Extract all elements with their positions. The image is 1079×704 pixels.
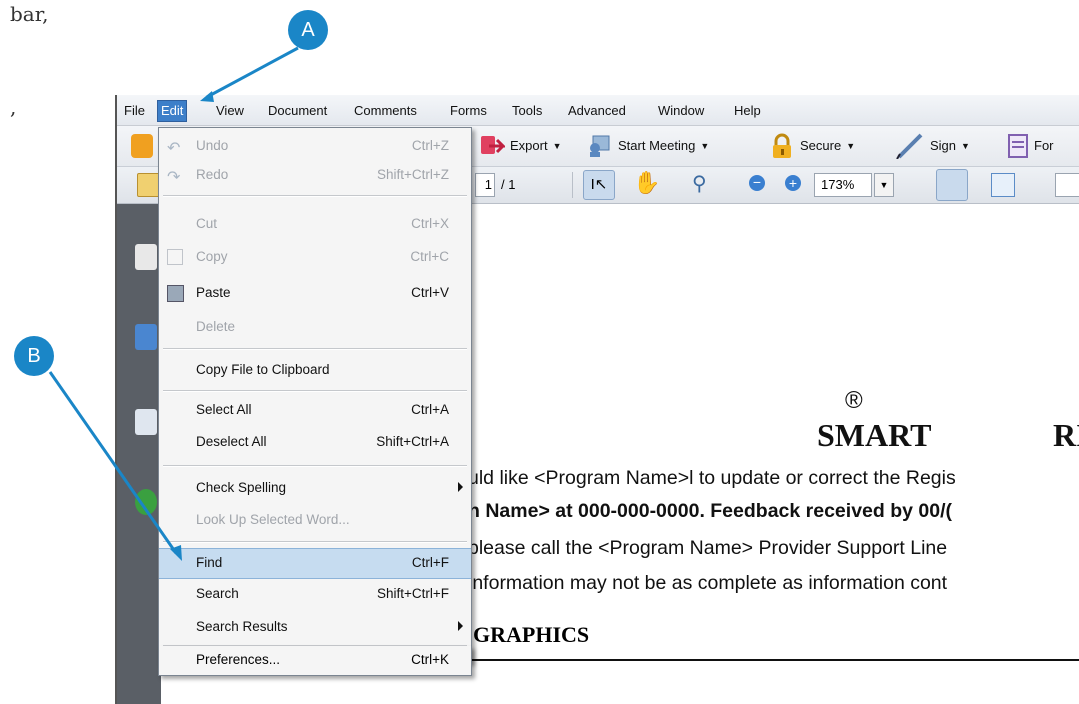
menu-separator [163, 465, 467, 467]
section-heading: GRAPHICS [473, 622, 590, 647]
menu-item-find[interactable]: Find Ctrl+F [159, 548, 471, 579]
menu-file[interactable]: File [121, 101, 148, 121]
menu-item-paste[interactable]: Paste Ctrl+V [159, 279, 471, 308]
zoom-level-field[interactable]: 173% [814, 173, 872, 197]
start-meeting-label: Start Meeting [618, 138, 696, 153]
document-line: information may not be as complete as in… [468, 572, 948, 594]
export-button[interactable]: Export ▼ [479, 133, 562, 159]
toolbar-separator [572, 172, 573, 198]
document-title: SMART [817, 417, 932, 453]
export-label: Export [510, 138, 548, 153]
prose-fragment-mid: , [10, 95, 17, 119]
menu-item-copy[interactable]: Copy Ctrl+C [159, 243, 471, 272]
menu-item-select-all[interactable]: Select All Ctrl+A [159, 396, 471, 425]
pen-icon [896, 133, 923, 159]
select-tool-icon[interactable]: I↖ [583, 170, 615, 200]
menu-advanced[interactable]: Advanced [565, 101, 629, 121]
document-line-bold: n Name> at 000-000-0000. Feedback receiv… [468, 500, 952, 522]
signatures-icon[interactable] [135, 409, 157, 435]
callout-b: B [14, 336, 54, 376]
zoom-out-icon[interactable]: − [749, 175, 765, 191]
undo-icon: ↶ [167, 140, 181, 157]
registered-mark: ® [845, 387, 863, 414]
menu-item-look-up-word[interactable]: Look Up Selected Word... [159, 506, 471, 535]
menu-separator [163, 195, 467, 197]
prose-fragment-top: bar, [10, 2, 49, 26]
menu-separator [163, 541, 467, 543]
forms-label: For [1034, 138, 1054, 153]
meeting-icon [590, 135, 610, 157]
export-icon [481, 136, 505, 154]
lock-icon [773, 133, 791, 158]
chevron-down-icon[interactable]: ▼ [874, 173, 894, 197]
edit-menu-dropdown: ↶ Undo Ctrl+Z ↷ Redo Shift+Ctrl+Z Cut Ct… [158, 127, 472, 663]
menu-separator [163, 348, 467, 350]
menu-comments[interactable]: Comments [351, 101, 420, 121]
document-line: uld like <Program Name>l to update or co… [468, 467, 956, 489]
menu-item-undo[interactable]: ↶ Undo Ctrl+Z [159, 132, 471, 161]
menu-view[interactable]: View [213, 101, 247, 121]
page-number-input[interactable]: 1 [475, 173, 495, 197]
form-icon [1008, 134, 1028, 158]
forms-toolbar-button[interactable]: For [1007, 133, 1054, 159]
pages-icon[interactable] [135, 244, 157, 270]
chevron-down-icon: ▼ [846, 141, 856, 151]
marquee-zoom-icon[interactable]: ⚲ [692, 171, 707, 196]
create-pdf-icon[interactable] [131, 134, 153, 158]
menu-item-redo[interactable]: ↷ Redo Shift+Ctrl+Z [159, 161, 471, 190]
secure-button[interactable]: Secure ▼ [769, 133, 855, 159]
menu-forms[interactable]: Forms [447, 101, 490, 121]
menu-item-delete[interactable]: Delete [159, 313, 471, 342]
menu-item-cut[interactable]: Cut Ctrl+X [159, 210, 471, 239]
document-line: please call the <Program Name> Provider … [468, 537, 948, 559]
hand-tool-icon[interactable]: ✋ [633, 170, 660, 196]
redo-icon: ↷ [167, 169, 181, 186]
zoom-in-icon[interactable]: + [785, 175, 801, 191]
menu-separator [163, 390, 467, 392]
paste-icon [167, 285, 184, 302]
menu-item-copy-file-to-clipboard[interactable]: Copy File to Clipboard [159, 356, 471, 385]
document-title-cut: RI [1053, 417, 1079, 453]
menu-edit[interactable]: Edit [157, 100, 188, 122]
chevron-down-icon: ▼ [552, 141, 562, 151]
fit-page-icon[interactable] [991, 173, 1015, 197]
page-total-label: / 1 [501, 177, 516, 192]
menu-bar: File Edit View Document Comments Forms T… [117, 95, 1079, 126]
fit-width-icon[interactable] [936, 169, 968, 201]
menu-window[interactable]: Window [655, 101, 707, 121]
menu-item-preferences[interactable]: Preferences... Ctrl+K [158, 646, 472, 676]
navigation-pane [117, 204, 161, 704]
copy-icon [167, 249, 183, 265]
menu-item-deselect-all[interactable]: Deselect All Shift+Ctrl+A [159, 428, 471, 457]
find-field[interactable] [1055, 173, 1079, 197]
table-border [371, 659, 1079, 661]
secure-label: Secure [800, 138, 842, 153]
menu-item-search[interactable]: Search Shift+Ctrl+F [159, 580, 471, 609]
bookmarks-icon[interactable] [135, 324, 157, 350]
chevron-down-icon: ▼ [961, 141, 970, 151]
sign-label: Sign [930, 138, 957, 153]
start-meeting-button[interactable]: Start Meeting ▼ [587, 133, 709, 159]
callout-a: A [288, 10, 328, 50]
callout-a-arrow [206, 46, 299, 99]
chevron-down-icon: ▼ [700, 141, 710, 151]
sign-button[interactable]: Sign ▼ [895, 133, 970, 159]
submenu-arrow-icon [458, 482, 463, 492]
menu-help[interactable]: Help [731, 101, 764, 121]
menu-item-check-spelling[interactable]: Check Spelling [159, 474, 471, 503]
help-icon[interactable] [135, 489, 157, 515]
menu-item-search-results[interactable]: Search Results [159, 613, 471, 642]
menu-tools[interactable]: Tools [509, 101, 545, 121]
menu-document[interactable]: Document [265, 101, 330, 121]
submenu-arrow-icon [458, 621, 463, 631]
